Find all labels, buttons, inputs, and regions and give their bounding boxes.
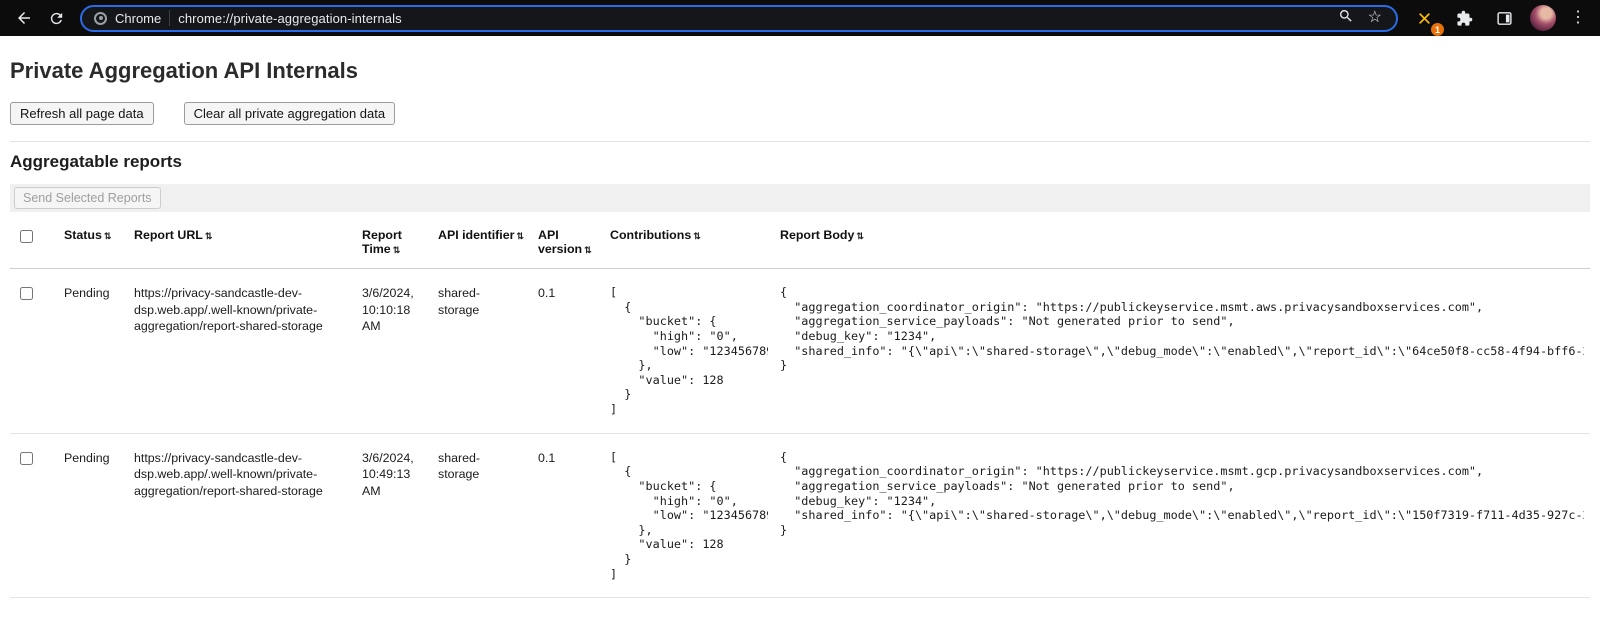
omnibox[interactable]: Chrome chrome://private-aggregation-inte… — [80, 5, 1398, 32]
star-icon: ☆ — [1368, 9, 1382, 26]
sort-icon: ⇅ — [584, 245, 592, 255]
chip-separator — [169, 10, 170, 26]
page-title: Private Aggregation API Internals — [10, 58, 1590, 84]
sort-icon: ⇅ — [856, 231, 864, 241]
select-all-checkbox[interactable] — [20, 230, 33, 243]
sort-icon: ⇅ — [693, 231, 701, 241]
contributions-json: [ { "bucket": { "high": "0", "low": "123… — [610, 450, 768, 582]
send-selected-reports-button[interactable]: Send Selected Reports — [14, 187, 161, 209]
divider — [10, 141, 1590, 142]
report-body-json: { "aggregation_coordinator_origin": "htt… — [780, 450, 1584, 538]
sort-icon: ⇅ — [393, 245, 401, 255]
reload-button[interactable] — [42, 4, 70, 32]
row-checkbox[interactable] — [20, 452, 33, 465]
extension-badge: 1 — [1431, 23, 1444, 36]
api-identifier-cell: shared-storage — [432, 269, 532, 434]
sort-icon: ⇅ — [104, 231, 112, 241]
table-row: Pending https://privacy-sandcastle-dev-d… — [10, 433, 1590, 598]
table-header-row: Status⇅ Report URL⇅ Report Time⇅ API ide… — [10, 220, 1590, 269]
aggregatable-reports-table: Status⇅ Report URL⇅ Report Time⇅ API ide… — [10, 220, 1590, 598]
back-arrow-icon — [15, 9, 33, 27]
side-panel-button[interactable] — [1490, 4, 1518, 32]
zoom-button[interactable] — [1336, 6, 1356, 30]
header-report-body[interactable]: Report Body⇅ — [774, 220, 1590, 269]
report-body-json: { "aggregation_coordinator_origin": "htt… — [780, 285, 1584, 373]
header-contributions[interactable]: Contributions⇅ — [604, 220, 774, 269]
table-row: Pending https://privacy-sandcastle-dev-d… — [10, 269, 1590, 434]
origin-chip-label: Chrome — [115, 11, 161, 26]
side-panel-icon — [1496, 10, 1513, 27]
url-text: chrome://private-aggregation-internals — [178, 11, 1327, 26]
magnifier-icon — [1338, 8, 1354, 24]
page-content: Private Aggregation API Internals Refres… — [0, 36, 1600, 598]
api-version-cell: 0.1 — [532, 433, 604, 598]
sort-icon: ⇅ — [205, 231, 213, 241]
api-version-cell: 0.1 — [532, 269, 604, 434]
reload-icon — [48, 10, 65, 27]
extensions-button[interactable] — [1450, 4, 1478, 32]
refresh-all-button[interactable]: Refresh all page data — [10, 102, 154, 125]
row-checkbox[interactable] — [20, 287, 33, 300]
profile-avatar[interactable] — [1530, 5, 1556, 31]
extensions-puzzle-icon — [1456, 10, 1473, 27]
clear-all-button[interactable]: Clear all private aggregation data — [184, 102, 396, 125]
contributions-json: [ { "bucket": { "high": "0", "low": "123… — [610, 285, 768, 417]
header-api-version[interactable]: API version⇅ — [532, 220, 604, 269]
chrome-logo-icon — [94, 12, 107, 25]
api-identifier-cell: shared-storage — [432, 433, 532, 598]
report-url-cell: https://privacy-sandcastle-dev-dsp.web.a… — [128, 433, 356, 598]
back-button[interactable] — [10, 4, 38, 32]
header-api-identifier[interactable]: API identifier⇅ — [432, 220, 532, 269]
sort-icon: ⇅ — [516, 231, 524, 241]
status-cell: Pending — [58, 269, 128, 434]
menu-button[interactable]: ⋮ — [1568, 8, 1588, 28]
header-report-url[interactable]: Report URL⇅ — [128, 220, 356, 269]
pinned-extension-icon — [1417, 11, 1432, 26]
table-action-bar: Send Selected Reports — [10, 184, 1590, 212]
report-time-cell: 3/6/2024, 10:49:13 AM — [356, 433, 432, 598]
report-url-cell: https://privacy-sandcastle-dev-dsp.web.a… — [128, 269, 356, 434]
header-status[interactable]: Status⇅ — [58, 220, 128, 269]
report-time-cell: 3/6/2024, 10:10:18 AM — [356, 269, 432, 434]
section-heading: Aggregatable reports — [10, 152, 1590, 172]
pinned-extension-button[interactable]: 1 — [1410, 4, 1438, 32]
status-cell: Pending — [58, 433, 128, 598]
header-report-time[interactable]: Report Time⇅ — [356, 220, 432, 269]
browser-toolbar: Chrome chrome://private-aggregation-inte… — [0, 0, 1600, 36]
bookmark-star-button[interactable]: ☆ — [1366, 8, 1384, 28]
kebab-menu-icon: ⋮ — [1570, 9, 1586, 26]
